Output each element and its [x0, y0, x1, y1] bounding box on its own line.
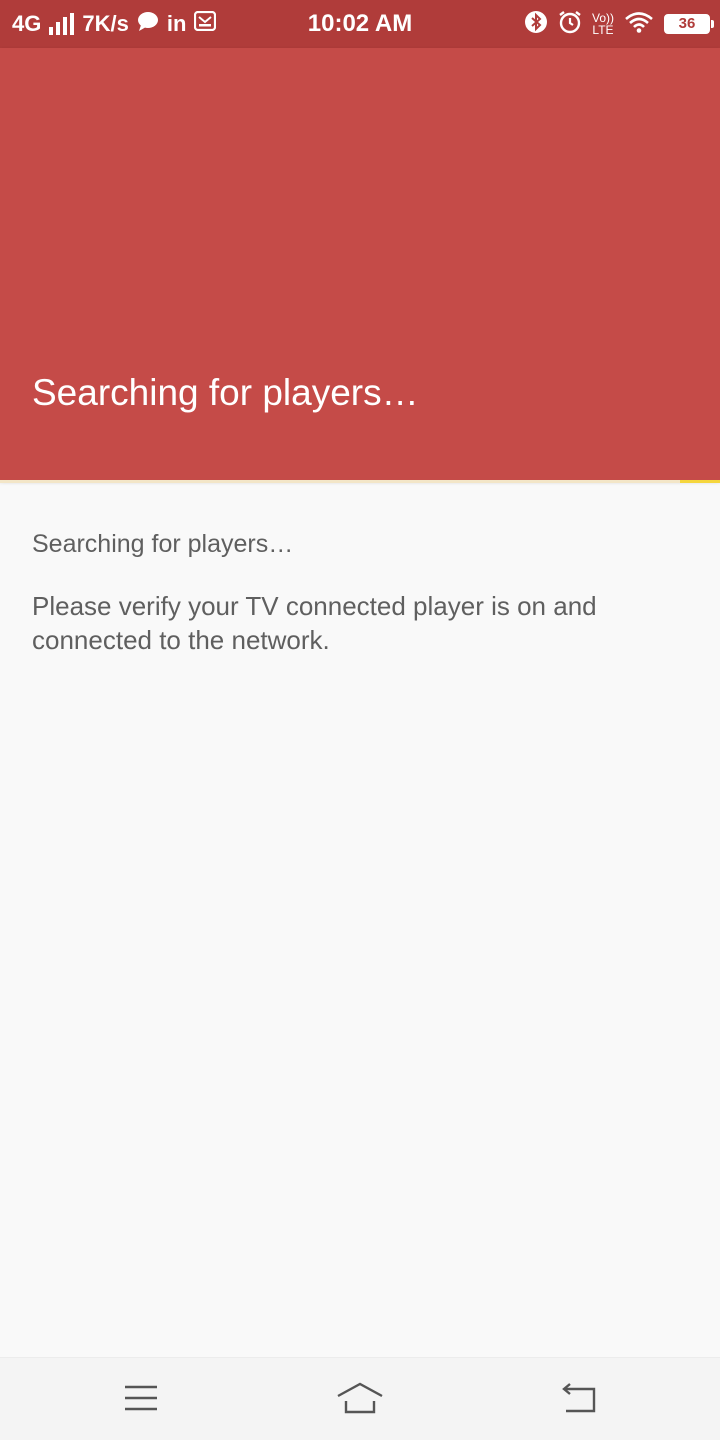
- menu-icon: [125, 1385, 157, 1411]
- status-bar: 4G 7K/s in 10:02 AM Vo)) LTE 36: [0, 0, 720, 48]
- back-icon: [562, 1383, 596, 1413]
- app-header: Searching for players…: [0, 48, 720, 480]
- search-status-text: Searching for players…: [32, 530, 294, 558]
- screen: 4G 7K/s in 10:02 AM Vo)) LTE 36 Searchin…: [0, 0, 720, 1440]
- content-area: Searching for players… Please verify you…: [32, 530, 672, 657]
- home-icon: [337, 1382, 383, 1414]
- volte-indicator: Vo)) LTE: [591, 11, 614, 37]
- home-button[interactable]: [335, 1376, 385, 1420]
- menu-button[interactable]: [116, 1376, 166, 1420]
- bluetooth-icon: [524, 10, 548, 39]
- navigation-bar: [0, 1357, 720, 1440]
- help-text: Please verify your TV connected player i…: [32, 591, 597, 655]
- wifi-icon: [624, 11, 654, 38]
- progress-indicator: [680, 480, 720, 483]
- page-title: Searching for players…: [32, 372, 419, 413]
- back-button[interactable]: [554, 1376, 604, 1420]
- battery-indicator: 36: [664, 14, 714, 34]
- status-bar-right: Vo)) LTE 36: [524, 0, 714, 48]
- alarm-icon: [558, 10, 582, 39]
- search-progress-bar: [0, 480, 720, 483]
